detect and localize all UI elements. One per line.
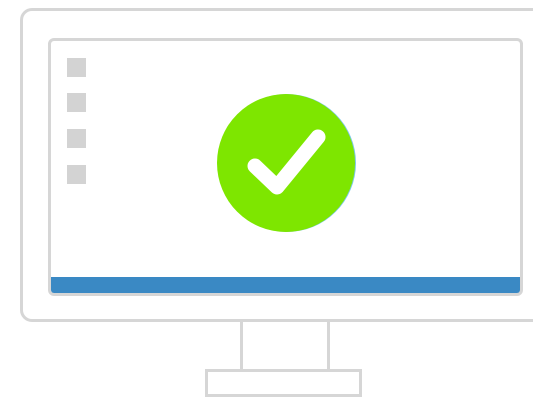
desktop-file-icon xyxy=(67,58,86,77)
monitor-illustration xyxy=(0,0,533,397)
taskbar xyxy=(51,277,520,293)
success-badge xyxy=(217,94,355,232)
desktop-file-icon xyxy=(67,93,86,112)
checkmark-icon xyxy=(247,129,326,195)
monitor-stand-base xyxy=(205,369,362,397)
desktop-file-icon xyxy=(67,129,86,148)
desktop-file-icon xyxy=(67,165,86,184)
monitor-screen xyxy=(48,38,523,296)
monitor-stand-neck xyxy=(240,322,330,371)
